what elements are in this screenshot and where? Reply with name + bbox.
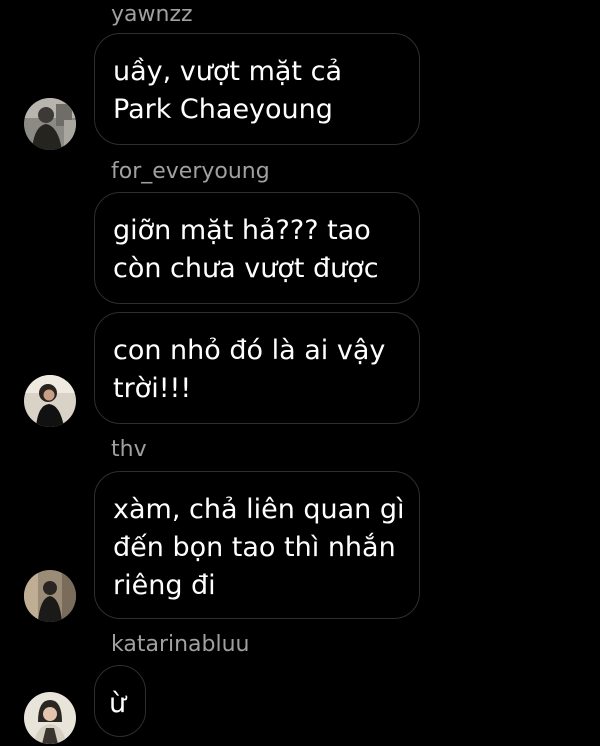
message-text: trời!!! (113, 373, 192, 404)
user-avatar-katarinabluu[interactable] (24, 692, 76, 744)
message-text: còn chưa vượt được (113, 253, 379, 284)
user-avatar-for-everyoung[interactable] (24, 375, 76, 427)
message-text: đến bọn tao thì nhắn (113, 532, 396, 563)
message-bubble[interactable]: giỡn mặt hả??? tao còn chưa vượt được (94, 192, 420, 304)
message-text: xàm, chả liên quan gì (113, 494, 405, 525)
sender-username[interactable]: katarinabluu (111, 632, 250, 658)
user-avatar-yawnzz[interactable] (24, 98, 76, 150)
avatar-photo-icon (24, 375, 76, 427)
message-bubble[interactable]: ừ (94, 665, 146, 737)
message-bubble[interactable]: con nhỏ đó là ai vậy trời!!! (94, 312, 420, 424)
message-text: giỡn mặt hả??? tao (113, 215, 371, 246)
message-text: riêng đi (113, 570, 216, 601)
message-bubble[interactable]: uầy, vượt mặt cả Park Chaeyoung (94, 33, 420, 145)
sender-username[interactable]: for_everyoung (111, 159, 270, 185)
sender-username[interactable]: thv (111, 437, 147, 463)
message-text: uầy, vượt mặt cả (113, 56, 342, 87)
user-avatar-thv[interactable] (24, 570, 76, 622)
avatar-photo-icon (24, 570, 76, 622)
message-text: con nhỏ đó là ai vậy (113, 335, 386, 366)
avatar-photo-icon (24, 692, 76, 744)
sender-username[interactable]: yawnzz (111, 2, 193, 28)
message-bubble[interactable]: xàm, chả liên quan gì đến bọn tao thì nh… (94, 471, 420, 619)
avatar-photo-icon (24, 98, 76, 150)
message-text: ừ (109, 688, 127, 719)
message-text: Park Chaeyoung (113, 94, 333, 125)
